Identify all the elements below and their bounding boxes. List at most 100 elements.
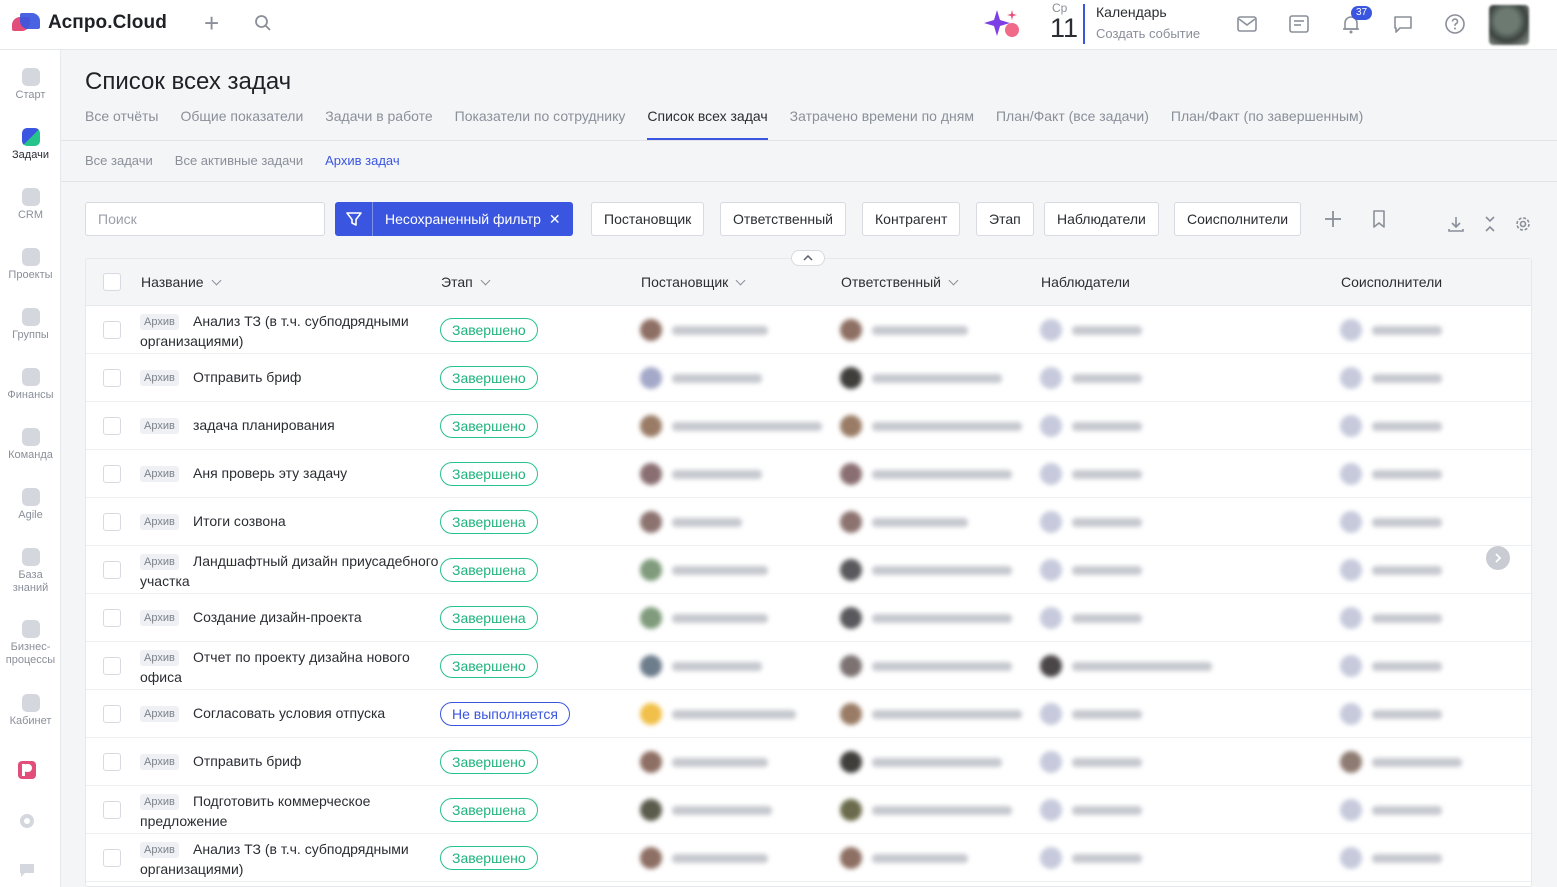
tab-general-metrics[interactable]: Общие показатели: [180, 106, 303, 140]
notes-icon[interactable]: [1288, 13, 1310, 35]
avatar: [840, 463, 862, 485]
filter-chip-counterparty[interactable]: Контрагент: [862, 202, 961, 236]
tab-tasks-in-progress[interactable]: Задачи в работе: [325, 106, 432, 140]
nav-item-agile[interactable]: Agile: [0, 488, 61, 522]
row-checkbox[interactable]: [103, 417, 121, 435]
tab-all-tasks-list[interactable]: Список всех задач: [647, 106, 768, 140]
tab-time-by-day[interactable]: Затрачено времени по дням: [790, 106, 974, 140]
nav-item-tasks[interactable]: Задачи: [0, 128, 61, 162]
user-avatar[interactable]: [1489, 5, 1529, 45]
task-name[interactable]: Отправить бриф: [140, 751, 440, 771]
filter-chip-responsible[interactable]: Ответственный: [720, 202, 846, 236]
row-checkbox[interactable]: [103, 609, 121, 627]
calendar-day[interactable]: 11: [1050, 14, 1078, 42]
column-header-stage[interactable]: Этап: [441, 274, 491, 290]
search-icon[interactable]: [254, 14, 272, 32]
create-plus-icon[interactable]: +: [204, 10, 219, 36]
avatar: [640, 607, 662, 629]
nav-item-start[interactable]: Старт: [0, 68, 61, 102]
filter-chip-author[interactable]: Постановщик: [591, 202, 705, 236]
avatar: [640, 847, 662, 869]
column-header-coexecutors[interactable]: Соисполнители: [1341, 274, 1442, 290]
nav-item-crm[interactable]: CRM: [0, 188, 61, 222]
task-name[interactable]: Отправить бриф: [140, 367, 440, 387]
person-cell: [640, 751, 768, 773]
ai-sparkle-icon[interactable]: [983, 6, 1023, 42]
bookmark-icon[interactable]: [1369, 209, 1389, 229]
task-name[interactable]: Анализ ТЗ (в т.ч. субподрядными организа…: [140, 839, 440, 879]
filter-chip-stage[interactable]: Этап: [976, 202, 1034, 236]
task-name[interactable]: задача планирования: [140, 415, 440, 435]
row-checkbox[interactable]: [103, 369, 121, 387]
person-name-placeholder: [872, 325, 968, 335]
table-settings-icon[interactable]: [1513, 214, 1533, 234]
chat-icon[interactable]: [1392, 13, 1414, 35]
tab-plan-fact-all[interactable]: План/Факт (все задачи): [996, 106, 1149, 140]
clear-filter-icon[interactable]: ✕: [549, 211, 573, 228]
help-icon[interactable]: [1444, 13, 1466, 35]
subtab-all-tasks[interactable]: Все задачи: [85, 153, 153, 168]
nav-item-projects[interactable]: Проекты: [0, 248, 61, 282]
collapse-all-icon[interactable]: [1480, 214, 1500, 234]
tab-all-reports[interactable]: Все отчёты: [85, 106, 158, 140]
subtab-active-tasks[interactable]: Все активные задачи: [175, 153, 303, 168]
nav-item-knowledge-base[interactable]: База знаний: [0, 548, 61, 595]
task-name[interactable]: Аня проверь эту задачу: [140, 463, 440, 483]
row-checkbox[interactable]: [103, 705, 121, 723]
calendar-divider: [1083, 4, 1085, 44]
avatar: [640, 703, 662, 725]
subtab-archive[interactable]: Архив задач: [325, 153, 400, 168]
row-checkbox[interactable]: [103, 321, 121, 339]
column-header-responsible[interactable]: Ответственный: [841, 274, 959, 290]
avatar: [1340, 703, 1362, 725]
row-checkbox[interactable]: [103, 513, 121, 531]
tab-plan-fact-completed[interactable]: План/Факт (по завершенным): [1171, 106, 1363, 140]
download-icon[interactable]: [1446, 214, 1466, 234]
calendar-title[interactable]: Календарь: [1096, 4, 1167, 20]
person-name-placeholder: [672, 709, 796, 719]
column-header-name[interactable]: Название: [141, 274, 222, 290]
active-filter-button[interactable]: Несохраненный фильтр ✕: [335, 202, 573, 236]
chevron-right-icon: [1495, 553, 1502, 563]
create-event-link[interactable]: Создать событие: [1096, 26, 1200, 41]
task-name[interactable]: Ландшафтный дизайн приусадебного участка: [140, 551, 440, 591]
row-checkbox[interactable]: [103, 561, 121, 579]
collapse-filters-button[interactable]: [791, 250, 825, 266]
filter-chip-coexecutors[interactable]: Соисполнители: [1174, 202, 1302, 236]
select-all-checkbox[interactable]: [103, 273, 121, 291]
task-name[interactable]: Анализ ТЗ (в т.ч. субподрядными организа…: [140, 311, 440, 351]
support-icon[interactable]: [18, 862, 36, 878]
column-header-watchers[interactable]: Наблюдатели: [1041, 274, 1130, 290]
person-name-placeholder: [1372, 421, 1442, 431]
mail-icon[interactable]: [1236, 13, 1258, 35]
nav-item-groups[interactable]: Группы: [0, 308, 61, 342]
avatar: [640, 751, 662, 773]
settings-icon[interactable]: [18, 812, 36, 830]
task-name[interactable]: Создание дизайн-проекта: [140, 607, 440, 627]
nav-item-cabinet[interactable]: Кабинет: [0, 694, 61, 738]
sort-chevron-icon: [480, 275, 491, 286]
task-name[interactable]: Отчет по проекту дизайна нового офиса: [140, 647, 440, 687]
row-checkbox[interactable]: [103, 753, 121, 771]
brand-logo[interactable]: Аспро.Cloud: [12, 12, 167, 34]
nav-item-team[interactable]: Команда: [0, 428, 61, 462]
person-cell: [1040, 367, 1142, 389]
filter-chip-watchers[interactable]: Наблюдатели: [1044, 202, 1159, 236]
tab-employee-metrics[interactable]: Показатели по сотруднику: [455, 106, 626, 140]
nav-item-business-processes[interactable]: Бизнес-процессы: [0, 620, 61, 667]
avatar: [840, 415, 862, 437]
row-checkbox[interactable]: [103, 657, 121, 675]
column-header-author[interactable]: Постановщик: [641, 274, 746, 290]
task-name[interactable]: Подготовить коммерческое предложение: [140, 791, 440, 831]
row-checkbox[interactable]: [103, 801, 121, 819]
person-name-placeholder: [672, 517, 742, 527]
scroll-right-button[interactable]: [1486, 546, 1510, 570]
row-checkbox[interactable]: [103, 849, 121, 867]
task-name[interactable]: Согласовать условия отпуска: [140, 703, 440, 723]
nav-item-finance[interactable]: Финансы: [0, 368, 61, 402]
row-checkbox[interactable]: [103, 465, 121, 483]
task-name[interactable]: Итоги созвона: [140, 511, 440, 531]
add-filter-icon[interactable]: [1323, 209, 1343, 229]
search-input[interactable]: [85, 202, 325, 236]
app-logo-icon[interactable]: [17, 760, 37, 780]
